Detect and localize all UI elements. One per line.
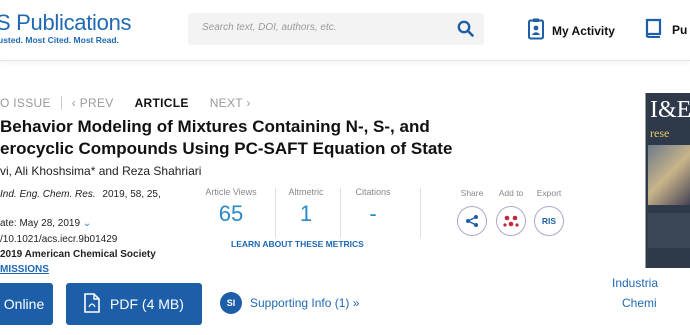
- doi-link[interactable]: /10.1021/acs.iecr.9b01429: [0, 234, 117, 245]
- article-views-metric: Article Views 65: [202, 187, 260, 227]
- share-label: Share: [460, 188, 484, 198]
- article-title: Behavior Modeling of Mixtures Containing…: [0, 116, 530, 160]
- supporting-info-badge: SI: [220, 292, 242, 314]
- book-icon: [644, 18, 664, 41]
- search-icon[interactable]: [457, 20, 474, 42]
- export-label: Export: [536, 188, 562, 198]
- pdf-download-button[interactable]: PDF (4 MB): [66, 283, 202, 325]
- supporting-info-link[interactable]: Supporting Info (1) »: [250, 296, 359, 310]
- read-online-label: Online: [3, 296, 45, 312]
- altmetric-metric: Altmetric 1: [280, 187, 332, 227]
- cover-artwork: [648, 145, 690, 205]
- copyright-text: 2019 American Chemical Society: [0, 249, 156, 260]
- article-views-label: Article Views: [205, 187, 257, 197]
- logo-tagline: usted. Most Cited. Most Read.: [0, 35, 119, 45]
- altmetric-label: Altmetric: [288, 187, 324, 197]
- export-action[interactable]: Export RIS: [532, 188, 566, 236]
- back-to-issue-link[interactable]: O ISSUE: [0, 96, 51, 110]
- citations-label: Citations: [355, 187, 391, 197]
- pdf-label: PDF (4 MB): [110, 296, 184, 312]
- cover-subtitle: rese: [650, 126, 670, 140]
- title-line-1: Behavior Modeling of Mixtures Containing…: [0, 117, 430, 136]
- divider: [275, 188, 276, 238]
- my-activity-link[interactable]: My Activity: [528, 18, 615, 43]
- site-header: S Publications usted. Most Cited. Most R…: [0, 0, 690, 61]
- permissions-link[interactable]: MISSIONS: [0, 264, 49, 275]
- cover-lower-panel: [648, 213, 690, 248]
- article-navigation: O ISSUE ‹ PREV ARTICLE NEXT ›: [0, 96, 251, 110]
- divider: [124, 96, 125, 110]
- share-action[interactable]: Share: [455, 188, 489, 236]
- cover-title: I&E: [650, 97, 690, 123]
- citations-value: -: [369, 201, 377, 226]
- divider: [340, 188, 341, 238]
- ris-text: RIS: [541, 216, 557, 226]
- journal-cover-image[interactable]: I&E rese: [645, 93, 690, 268]
- publications-link[interactable]: Pu: [644, 18, 687, 41]
- search-placeholder: Search text, DOI, authors, etc.: [202, 22, 337, 33]
- share-icon[interactable]: [457, 206, 487, 236]
- publication-date[interactable]: ate: May 28, 2019 ⌄: [0, 218, 91, 229]
- next-article-link[interactable]: NEXT ›: [210, 96, 251, 110]
- my-activity-label: My Activity: [552, 23, 615, 38]
- publication-date-text: ate: May 28, 2019: [0, 218, 81, 229]
- prev-article-link[interactable]: ‹ PREV: [72, 96, 114, 110]
- add-to-action[interactable]: Add to: [494, 188, 528, 236]
- add-to-library-icon[interactable]: [496, 206, 526, 236]
- add-to-label: Add to: [498, 188, 524, 198]
- read-online-button[interactable]: Online: [0, 283, 53, 325]
- title-line-2: erocyclic Compounds Using PC-SAFT Equati…: [0, 139, 453, 158]
- journal-name-line-2[interactable]: Chemi: [622, 296, 657, 310]
- author-list[interactable]: vi, Ali Khoshsima* and Reza Shahriari: [0, 164, 201, 178]
- citations-metric: Citations -: [350, 187, 396, 227]
- acs-publications-logo[interactable]: S Publications: [0, 10, 132, 36]
- current-article-label: ARTICLE: [134, 96, 189, 110]
- citation-volume: 2019, 58, 25,: [102, 189, 161, 200]
- divider: [199, 96, 200, 110]
- export-ris-icon[interactable]: RIS: [534, 206, 564, 236]
- search-input[interactable]: Search text, DOI, authors, etc.: [188, 13, 484, 45]
- journal-name[interactable]: Ind. Eng. Chem. Res.: [0, 189, 96, 200]
- divider: [420, 188, 421, 238]
- chevron-down-icon: ⌄: [82, 218, 92, 229]
- altmetric-value[interactable]: 1: [280, 201, 332, 227]
- citation-line: Ind. Eng. Chem. Res. 2019, 58, 25,: [0, 189, 161, 200]
- journal-name-line-1[interactable]: Industria: [612, 276, 658, 290]
- clipboard-user-icon: [528, 18, 544, 43]
- article-views-value: 65: [218, 201, 244, 226]
- pdf-file-icon: [84, 292, 100, 316]
- divider: [60, 96, 62, 110]
- learn-about-metrics-link[interactable]: LEARN ABOUT THESE METRICS: [231, 239, 364, 249]
- publications-label: Pu: [672, 22, 688, 37]
